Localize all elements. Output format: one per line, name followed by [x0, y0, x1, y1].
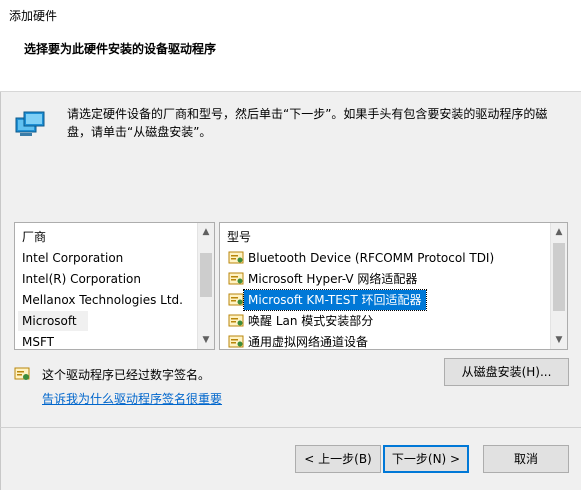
list-item-intel[interactable]: Intel Corporation: [15, 248, 202, 268]
driver-certificate-icon: [228, 251, 244, 264]
list-item-msft[interactable]: MSFT: [15, 332, 202, 349]
scroll-up-icon[interactable]: ▲: [198, 224, 214, 240]
scroll-down-icon[interactable]: ▼: [551, 332, 567, 348]
network-monitor-icon: [15, 111, 45, 136]
list-item-intel-r[interactable]: Intel(R) Corporation: [15, 269, 202, 289]
page-subtitle: 选择要为此硬件安装的设备驱动程序: [24, 42, 217, 56]
certificate-icon: [14, 367, 30, 380]
have-disk-button[interactable]: 从磁盘安装(H)...: [444, 358, 569, 386]
driver-certificate-icon: [228, 314, 244, 327]
next-button[interactable]: 下一步(N) >: [383, 445, 469, 473]
list-item-kmtest[interactable]: Microsoft KM-TEST 环回适配器: [222, 289, 547, 311]
list-item-virtual-channel[interactable]: 通用虚拟网络通道设备: [222, 332, 547, 349]
manufacturer-list[interactable]: 厂商 Intel Corporation Intel(R) Corporatio…: [14, 222, 215, 350]
back-button[interactable]: < 上一步(B): [295, 445, 381, 473]
scroll-down-icon[interactable]: ▼: [198, 332, 214, 348]
model-list[interactable]: 型号 Bluetooth Device (RFCOMM Protocol TDI…: [219, 222, 568, 350]
instruction-text: 请选定硬件设备的厂商和型号，然后单击“下一步”。如果手头有包含要安装的驱动程序的…: [67, 107, 548, 139]
list-item-mellanox[interactable]: Mellanox Technologies Ltd.: [15, 290, 202, 310]
manufacturer-list-header: 厂商: [22, 230, 47, 244]
signed-status-text: 这个驱动程序已经过数字签名。: [42, 368, 211, 382]
cancel-button[interactable]: 取消: [483, 445, 569, 473]
driver-certificate-icon: [228, 335, 244, 348]
model-list-header: 型号: [227, 230, 252, 244]
scrollbar-thumb[interactable]: [200, 253, 212, 297]
scrollbar-thumb[interactable]: [553, 243, 565, 311]
window-title: 添加硬件: [9, 9, 58, 23]
selected-model-label: Microsoft KM-TEST 环回适配器: [243, 289, 427, 311]
list-item-microsoft[interactable]: Microsoft: [18, 311, 88, 331]
footer-divider: [0, 427, 581, 428]
scroll-up-icon[interactable]: ▲: [551, 224, 567, 240]
manufacturer-scrollbar[interactable]: ▲ ▼: [197, 223, 214, 349]
list-item-hyperv[interactable]: Microsoft Hyper-V 网络适配器: [222, 269, 547, 289]
model-scrollbar[interactable]: ▲ ▼: [550, 223, 567, 349]
driver-certificate-icon: [228, 272, 244, 285]
driver-certificate-icon: [228, 293, 244, 306]
why-signing-link[interactable]: 告诉我为什么驱动程序签名很重要: [42, 390, 222, 407]
list-item-bluetooth[interactable]: Bluetooth Device (RFCOMM Protocol TDI): [222, 248, 547, 268]
list-item-wake-on-lan[interactable]: 唤醒 Lan 模式安装部分: [222, 311, 547, 331]
